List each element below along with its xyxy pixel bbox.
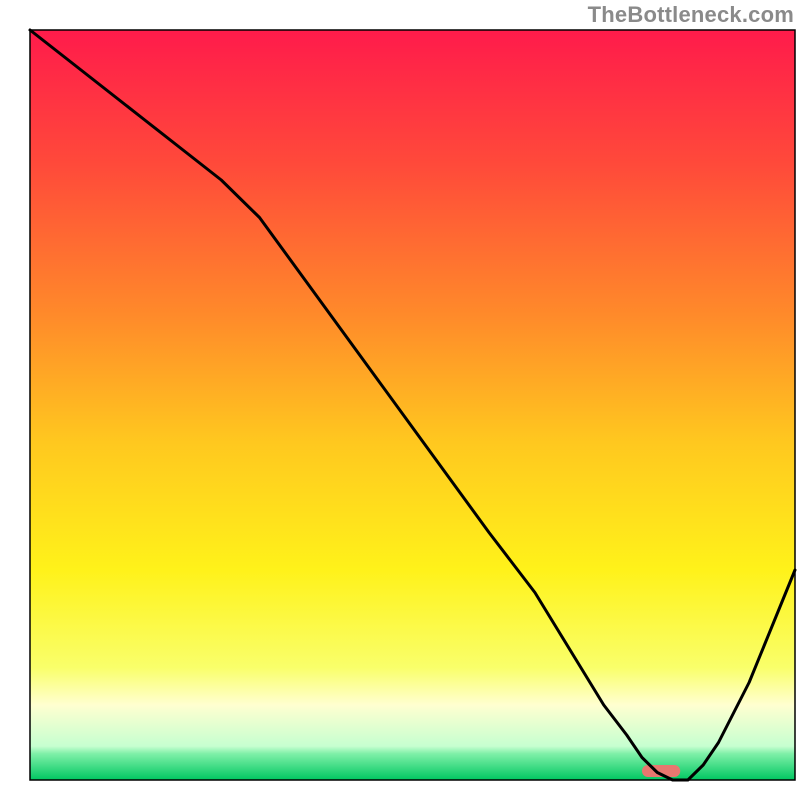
chart-root: TheBottleneck.com (0, 0, 800, 800)
gradient-background (30, 30, 795, 780)
bottleneck-chart (0, 0, 800, 800)
watermark-text: TheBottleneck.com (588, 2, 794, 28)
